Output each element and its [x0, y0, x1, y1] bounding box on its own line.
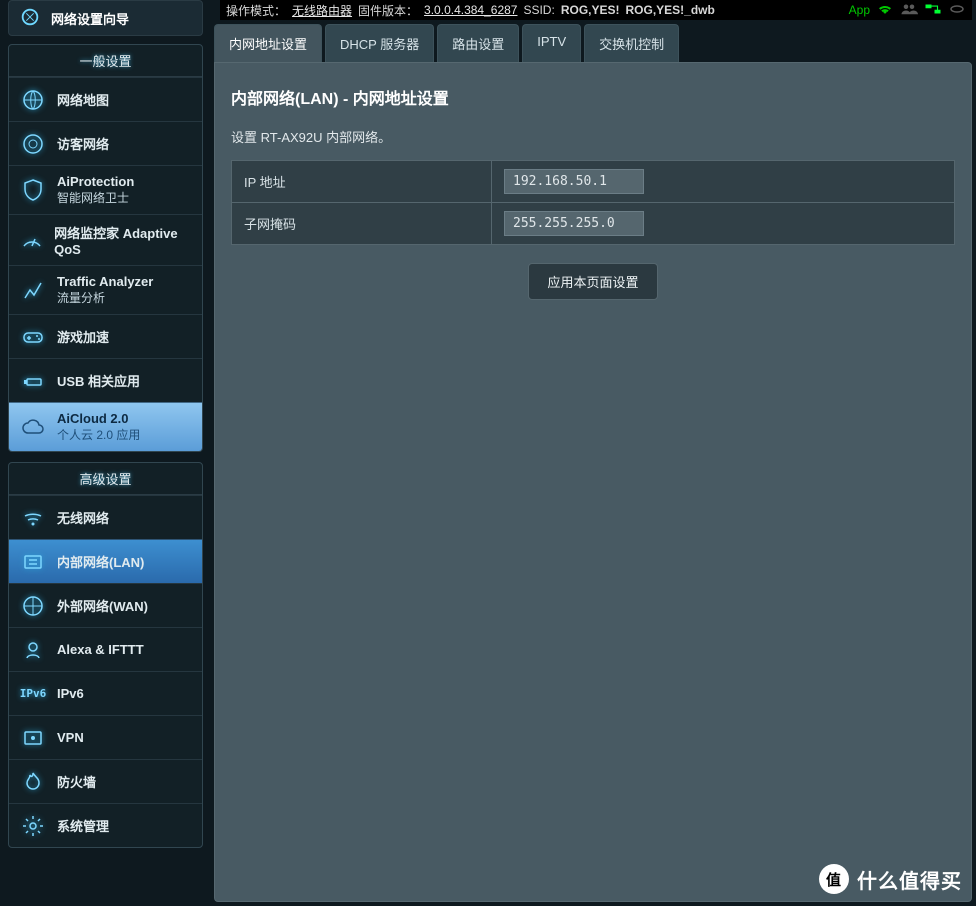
- advanced-panel-title: 高级设置: [9, 463, 202, 495]
- subnet-mask-input[interactable]: [504, 211, 644, 236]
- shield-icon: [19, 178, 47, 202]
- sidebar-item-game-boost[interactable]: 游戏加速: [9, 314, 202, 358]
- apply-button[interactable]: 应用本页面设置: [528, 263, 657, 300]
- chart-icon: [19, 278, 47, 302]
- sidebar-item-label: 外部网络(WAN): [57, 596, 148, 615]
- network-icon[interactable]: [924, 3, 942, 17]
- sidebar-item-label: AiCloud 2.0 个人云 2.0 应用: [57, 411, 140, 443]
- sidebar: 网络设置向导 一般设置 网络地图 访客网络 AiProtection 智能网络卫…: [8, 0, 203, 906]
- signal-icon[interactable]: [876, 3, 894, 17]
- sidebar-item-label: 内部网络(LAN): [57, 552, 144, 571]
- wizard-label: 网络设置向导: [51, 9, 129, 28]
- sidebar-item-guest-network[interactable]: 访客网络: [9, 121, 202, 165]
- table-row: 子网掩码: [232, 203, 955, 245]
- status-bar: 操作模式： 无线路由器 固件版本： 3.0.0.4.384_6287 SSID:…: [220, 0, 972, 20]
- sidebar-item-label: VPN: [57, 730, 84, 745]
- table-row: IP 地址: [232, 161, 955, 203]
- sidebar-item-label: 网络监控家 Adaptive QoS: [54, 223, 192, 257]
- wifi-icon: [19, 506, 47, 530]
- gauge-icon: [19, 228, 44, 252]
- subnet-mask-label: 子网掩码: [232, 203, 492, 245]
- content-panel: 内部网络(LAN) - 内网地址设置 设置 RT-AX92U 内部网络。 IP …: [214, 62, 972, 902]
- watermark: 值 什么值得买: [819, 864, 962, 894]
- status-ssid-2: ROG,YES!_dwb: [626, 3, 715, 17]
- page-title: 内部网络(LAN) - 内网地址设置: [231, 85, 955, 109]
- status-ssid-1: ROG,YES!: [561, 3, 620, 17]
- sidebar-item-alexa-ifttt[interactable]: Alexa & IFTTT: [9, 627, 202, 671]
- gamepad-icon: [19, 325, 47, 349]
- tab-route[interactable]: 路由设置: [437, 24, 519, 62]
- ip-address-label: IP 地址: [232, 161, 492, 203]
- tab-switch[interactable]: 交换机控制: [584, 24, 679, 62]
- watermark-text: 什么值得买: [857, 865, 962, 894]
- sidebar-item-firewall[interactable]: 防火墙: [9, 759, 202, 803]
- status-mode-label: 操作模式：: [226, 2, 286, 19]
- usb-icon: [19, 369, 47, 393]
- sidebar-item-lan[interactable]: 内部网络(LAN): [9, 539, 202, 583]
- sidebar-item-label: Alexa & IFTTT: [57, 642, 144, 657]
- tab-iptv[interactable]: IPTV: [522, 24, 581, 62]
- sidebar-item-label: 访客网络: [57, 134, 109, 153]
- status-fw-value[interactable]: 3.0.0.4.384_6287: [424, 3, 517, 17]
- globe-icon: [19, 88, 47, 112]
- page-description: 设置 RT-AX92U 内部网络。: [231, 127, 955, 146]
- lan-settings-table: IP 地址 子网掩码: [231, 160, 955, 245]
- users-icon[interactable]: [900, 3, 918, 17]
- sidebar-item-label: 网络地图: [57, 90, 109, 109]
- cloud-icon: [19, 415, 47, 439]
- watermark-badge-icon: 值: [819, 864, 849, 894]
- tab-lan-ip[interactable]: 内网地址设置: [214, 24, 322, 62]
- sidebar-item-aicloud[interactable]: AiCloud 2.0 个人云 2.0 应用: [9, 402, 202, 451]
- main-area: 内网地址设置 DHCP 服务器 路由设置 IPTV 交换机控制 内部网络(LAN…: [214, 24, 972, 906]
- sidebar-item-usb-app[interactable]: USB 相关应用: [9, 358, 202, 402]
- tab-bar: 内网地址设置 DHCP 服务器 路由设置 IPTV 交换机控制: [214, 24, 972, 62]
- sidebar-item-traffic-analyzer[interactable]: Traffic Analyzer 流量分析: [9, 265, 202, 314]
- sidebar-item-label: USB 相关应用: [57, 371, 140, 390]
- sidebar-item-label: 无线网络: [57, 508, 109, 527]
- globe-wan-icon: [19, 594, 47, 618]
- sidebar-item-label: IPv6: [57, 686, 84, 701]
- fire-icon: [19, 770, 47, 794]
- sidebar-item-network-map[interactable]: 网络地图: [9, 77, 202, 121]
- vpn-icon: [19, 726, 47, 750]
- sidebar-item-administration[interactable]: 系统管理: [9, 803, 202, 847]
- status-fw-label: 固件版本：: [358, 2, 418, 19]
- wizard-icon: [19, 6, 41, 31]
- gear-icon: [19, 814, 47, 838]
- setup-wizard-button[interactable]: 网络设置向导: [8, 0, 203, 36]
- general-panel-title: 一般设置: [9, 45, 202, 77]
- lan-icon: [19, 550, 47, 574]
- globe-guest-icon: [19, 132, 47, 156]
- ip-address-input[interactable]: [504, 169, 644, 194]
- general-panel: 一般设置 网络地图 访客网络 AiProtection 智能网络卫士 网络监控家…: [8, 44, 203, 452]
- sidebar-item-vpn[interactable]: VPN: [9, 715, 202, 759]
- sidebar-item-adaptive-qos[interactable]: 网络监控家 Adaptive QoS: [9, 214, 202, 265]
- status-mode-value[interactable]: 无线路由器: [292, 2, 352, 19]
- refresh-icon[interactable]: [948, 3, 966, 17]
- sidebar-item-label: 游戏加速: [57, 327, 109, 346]
- assistant-icon: [19, 638, 47, 662]
- sidebar-item-aiprotection[interactable]: AiProtection 智能网络卫士: [9, 165, 202, 214]
- sidebar-item-wireless[interactable]: 无线网络: [9, 495, 202, 539]
- status-app-label[interactable]: App: [849, 3, 870, 17]
- advanced-panel: 高级设置 无线网络 内部网络(LAN) 外部网络(WAN) Alexa & IF…: [8, 462, 203, 848]
- sidebar-item-label: 防火墙: [57, 772, 96, 791]
- sidebar-item-label: Traffic Analyzer 流量分析: [57, 274, 153, 306]
- sidebar-item-label: 系统管理: [57, 816, 109, 835]
- status-ssid-label: SSID:: [523, 3, 554, 17]
- ipv6-icon: IPv6: [19, 687, 47, 700]
- tab-dhcp[interactable]: DHCP 服务器: [325, 24, 434, 62]
- sidebar-item-ipv6[interactable]: IPv6 IPv6: [9, 671, 202, 715]
- sidebar-item-wan[interactable]: 外部网络(WAN): [9, 583, 202, 627]
- sidebar-item-label: AiProtection 智能网络卫士: [57, 174, 134, 206]
